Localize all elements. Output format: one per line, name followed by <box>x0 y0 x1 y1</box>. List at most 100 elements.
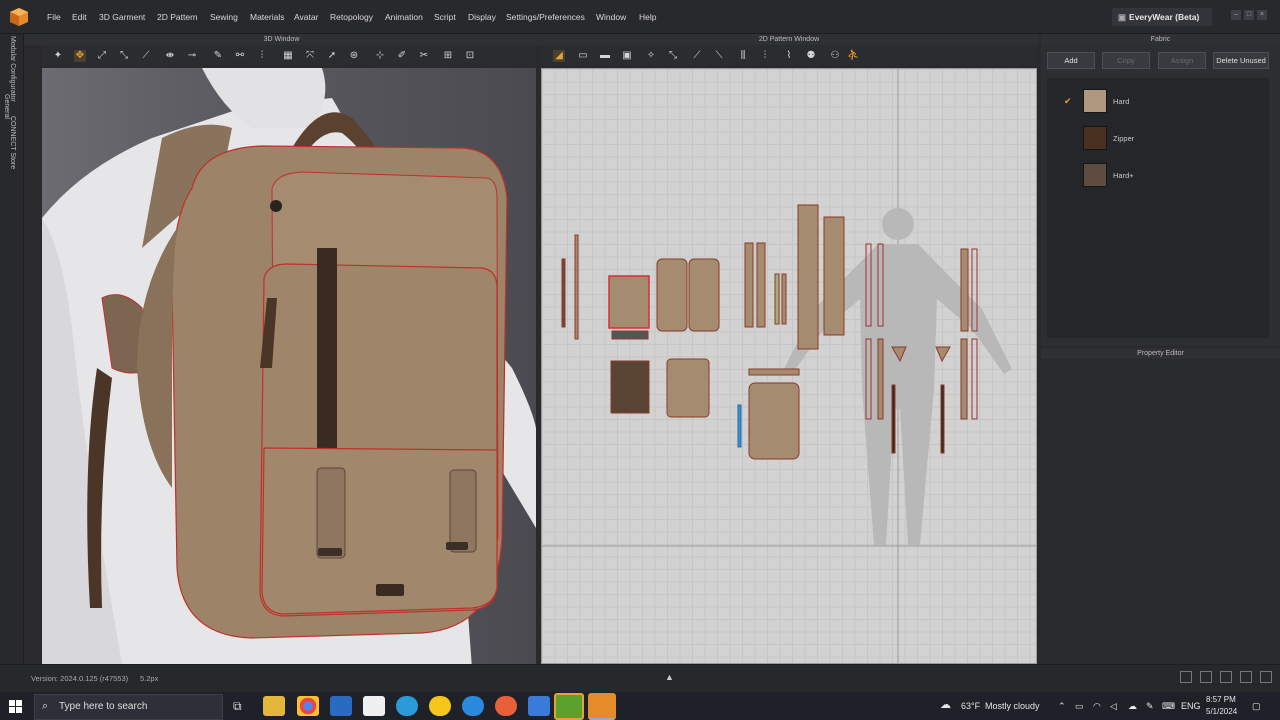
push-icon[interactable]: ⤡ <box>118 50 130 62</box>
app-icon-blue[interactable] <box>330 696 352 716</box>
button-tool-icon[interactable]: ⚉ <box>805 50 817 62</box>
menu-script[interactable]: Script <box>434 12 456 22</box>
clock-date[interactable]: 5/1/2024 <box>1206 707 1237 716</box>
menu-display[interactable]: Display <box>468 12 496 22</box>
menu-avatar[interactable]: Avatar <box>294 12 318 22</box>
menu-settings[interactable]: Settings/Preferences <box>506 12 585 22</box>
menu-file[interactable]: File <box>47 12 61 22</box>
wifi-icon[interactable]: ◠ <box>1093 701 1101 712</box>
menu-edit[interactable]: Edit <box>72 12 87 22</box>
polygon-icon[interactable]: ▣ <box>621 50 633 62</box>
clo-logo-icon[interactable] <box>8 6 30 28</box>
layout-split-icon[interactable] <box>1200 671 1212 683</box>
weather-temp[interactable]: 63°F <box>961 701 980 711</box>
transform-icon[interactable]: ⊹ <box>374 50 386 62</box>
tuck-icon[interactable]: ⫶ <box>759 50 771 62</box>
fabric-item-hard[interactable]: ✔ Hard <box>1047 83 1269 119</box>
fabric-item-zipper[interactable]: Zipper <box>1047 120 1269 156</box>
chrome-icon[interactable] <box>297 696 319 716</box>
app-icon-yellow[interactable] <box>429 696 451 716</box>
telegram-icon[interactable] <box>396 696 418 716</box>
assign-fabric-button[interactable]: Assign <box>1158 52 1206 69</box>
cloud-icon[interactable]: ☁ <box>1128 701 1137 712</box>
weather-text[interactable]: Mostly cloudy <box>985 701 1040 711</box>
segment-sewing-icon[interactable]: ⟋ <box>691 50 703 62</box>
rectangle-icon[interactable]: ▬ <box>599 50 611 62</box>
workspace-brand[interactable]: ▣ EveryWear (Beta) <box>1112 8 1212 26</box>
delete-unused-button[interactable]: Delete Unused <box>1213 52 1269 69</box>
task-view-icon[interactable]: ⧉ <box>233 699 242 714</box>
seam-icon[interactable]: ⫶ <box>256 50 268 62</box>
file-explorer-icon[interactable] <box>263 696 285 716</box>
status-bar: Version: 2024.0.125 (r47553) 5.2px ▲ <box>0 664 1280 692</box>
3d-viewport[interactable] <box>42 68 536 664</box>
windows-start-icon[interactable] <box>9 700 22 713</box>
select-icon[interactable]: ✦ <box>52 50 64 62</box>
menu-2d-pattern[interactable]: 2D Pattern <box>157 12 198 22</box>
clo-taskbar-icon[interactable] <box>588 693 616 720</box>
buckle-right <box>446 542 468 550</box>
pattern-canvas[interactable] <box>541 68 1037 664</box>
menu-window[interactable]: Window <box>596 12 626 22</box>
minimize-button[interactable]: – <box>1231 10 1241 20</box>
edit-point-icon[interactable]: ▭ <box>577 50 589 62</box>
sewing-icon[interactable]: ⚯ <box>234 50 246 62</box>
menu-sewing[interactable]: Sewing <box>210 12 238 22</box>
menu-materials[interactable]: Materials <box>250 12 284 22</box>
battery-icon[interactable]: ▭ <box>1075 701 1084 712</box>
free-sewing-icon[interactable]: ⟍ <box>713 50 725 62</box>
tab-connect-store[interactable]: CONNECT Store <box>9 116 16 169</box>
add-fabric-button[interactable]: Add <box>1047 52 1095 69</box>
maximize-button[interactable]: □ <box>1244 10 1254 20</box>
menu-3d-garment[interactable]: 3D Garment <box>99 12 145 22</box>
weather-icon[interactable]: ☁ <box>940 698 951 711</box>
chevron-up-icon[interactable]: ⌃ <box>1058 701 1066 712</box>
menu-help[interactable]: Help <box>639 12 656 22</box>
layout-quad-icon[interactable] <box>1240 671 1252 683</box>
layout-triple-icon[interactable] <box>1220 671 1232 683</box>
layout-single-icon[interactable] <box>1180 671 1192 683</box>
keyboard-icon[interactable]: ⌨ <box>1162 701 1175 712</box>
edit-texture-icon[interactable]: ⊡ <box>464 50 476 62</box>
grid-icon[interactable]: ▦ <box>282 50 294 62</box>
clock-time[interactable]: 8:57 PM <box>1206 695 1236 704</box>
app-icon-paint[interactable] <box>528 696 550 716</box>
close-button[interactable]: × <box>1257 10 1267 20</box>
arrow-icon[interactable]: ➚ <box>326 50 338 62</box>
dart-icon[interactable]: ⤡ <box>667 50 679 62</box>
layout-grid-icon[interactable] <box>1260 671 1272 683</box>
measure-icon[interactable]: ⤧ <box>304 50 316 62</box>
menu-animation[interactable]: Animation <box>385 12 423 22</box>
tack-icon[interactable]: ⊸ <box>186 50 198 62</box>
move-icon[interactable]: ✥ <box>74 50 86 62</box>
fold-icon[interactable]: ⇼ <box>164 50 176 62</box>
camtasia-icon[interactable] <box>554 693 584 720</box>
pen-icon[interactable]: ✐ <box>396 50 408 62</box>
internal-shape-icon[interactable]: ✧ <box>645 50 657 62</box>
app-icon-v[interactable] <box>462 696 484 716</box>
pin-icon[interactable]: ⤢ <box>96 50 108 62</box>
transform-pattern-icon[interactable]: ◢ <box>553 50 565 62</box>
copy-fabric-button[interactable]: Copy <box>1102 52 1150 69</box>
shirt-icon[interactable]: ⛹ <box>847 50 859 62</box>
pen-tray-icon[interactable]: ✎ <box>1146 701 1154 712</box>
language-indicator[interactable]: ENG <box>1181 701 1201 711</box>
menu-retopology[interactable]: Retopology <box>330 12 373 22</box>
fold-pattern-icon[interactable]: ⌇ <box>783 50 795 62</box>
tab-modular-configurator[interactable]: Modular Configurator <box>9 36 16 102</box>
line-icon[interactable]: ⟋ <box>140 50 152 62</box>
fabric-item-hard-plus[interactable]: Hard+ <box>1047 157 1269 193</box>
check-sewing-icon[interactable]: ⫼ <box>737 50 749 62</box>
window3d-title: 3D Window <box>24 34 539 45</box>
taskbar-search[interactable]: ⌕ Type here to search <box>34 694 223 720</box>
notifications-icon[interactable]: ▢ <box>1252 701 1261 712</box>
document-icon[interactable] <box>363 696 385 716</box>
firefox-icon[interactable] <box>495 696 517 716</box>
volume-icon[interactable]: ◁ <box>1110 701 1117 712</box>
scissors-icon[interactable]: ✂ <box>418 50 430 62</box>
drape-icon[interactable]: ⊛ <box>348 50 360 62</box>
brush-icon[interactable]: ✎ <box>212 50 224 62</box>
expand-up-icon[interactable]: ▲ <box>665 672 674 682</box>
texture-icon[interactable]: ⊞ <box>442 50 454 62</box>
zipper-tool-icon[interactable]: ⚇ <box>829 50 841 62</box>
